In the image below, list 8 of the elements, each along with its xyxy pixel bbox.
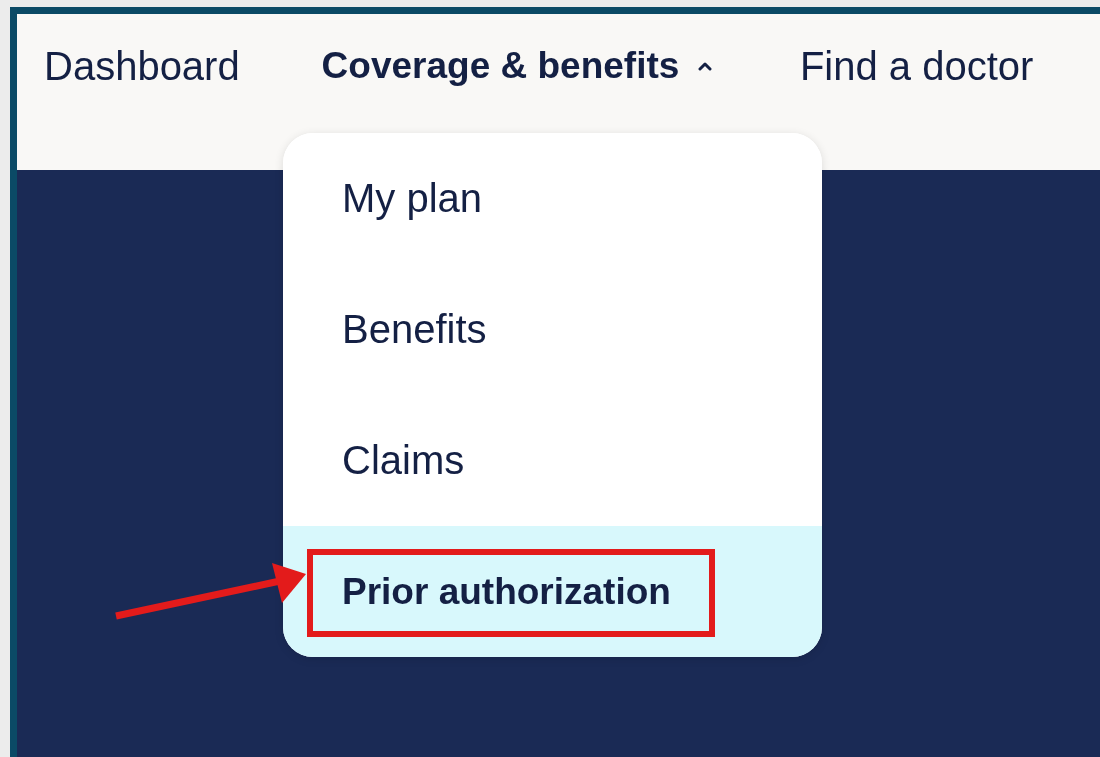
menu-item[interactable]: My plan <box>283 133 822 264</box>
nav-link[interactable]: Dashboard <box>44 46 322 86</box>
menu-item[interactable]: Claims <box>283 395 822 526</box>
nav-link[interactable]: Find a doctor <box>799 46 1100 86</box>
chevron-up-icon <box>697 61 714 71</box>
menu-item[interactable]: Benefits <box>283 264 822 395</box>
nav-link[interactable]: Coverage & benefits <box>321 46 800 86</box>
menu-item[interactable]: Prior authorization <box>283 526 822 657</box>
